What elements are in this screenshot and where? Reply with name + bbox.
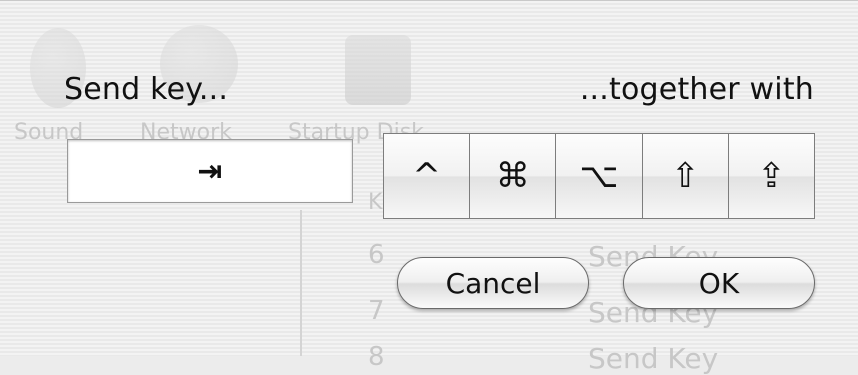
row-number: 8 — [368, 342, 385, 372]
send-key-label: Send key... — [64, 72, 229, 107]
command-key-icon: ⌘ — [495, 156, 530, 196]
caps-lock-key-icon: ⇪ — [757, 156, 786, 196]
cancel-button[interactable]: Cancel — [397, 257, 589, 309]
shift-key-icon: ⇧ — [670, 156, 700, 196]
control-modifier-button[interactable]: ^ — [384, 134, 470, 218]
startup-disk-icon — [345, 35, 411, 105]
caps-lock-modifier-button[interactable]: ⇪ — [728, 134, 815, 218]
row-number: 6 — [368, 240, 385, 270]
table-divider — [300, 210, 302, 356]
option-modifier-button[interactable]: ⌥ — [556, 134, 642, 218]
shift-modifier-button[interactable]: ⇧ — [642, 134, 728, 218]
key-capture-field[interactable]: ⇥ — [67, 139, 353, 203]
modifier-segmented-control: ^ ⌘ ⌥ ⇧ ⇪ — [383, 133, 815, 219]
tab-key-glyph: ⇥ — [197, 153, 223, 189]
row-number: 7 — [368, 296, 385, 326]
ok-button[interactable]: OK — [623, 257, 815, 309]
together-with-label: ...together with — [579, 72, 814, 107]
option-key-icon: ⌥ — [579, 156, 619, 196]
control-key-icon: ^ — [412, 156, 441, 196]
command-modifier-button[interactable]: ⌘ — [470, 134, 556, 218]
row-action: Send Key — [588, 342, 719, 375]
column-header: K — [368, 190, 383, 215]
